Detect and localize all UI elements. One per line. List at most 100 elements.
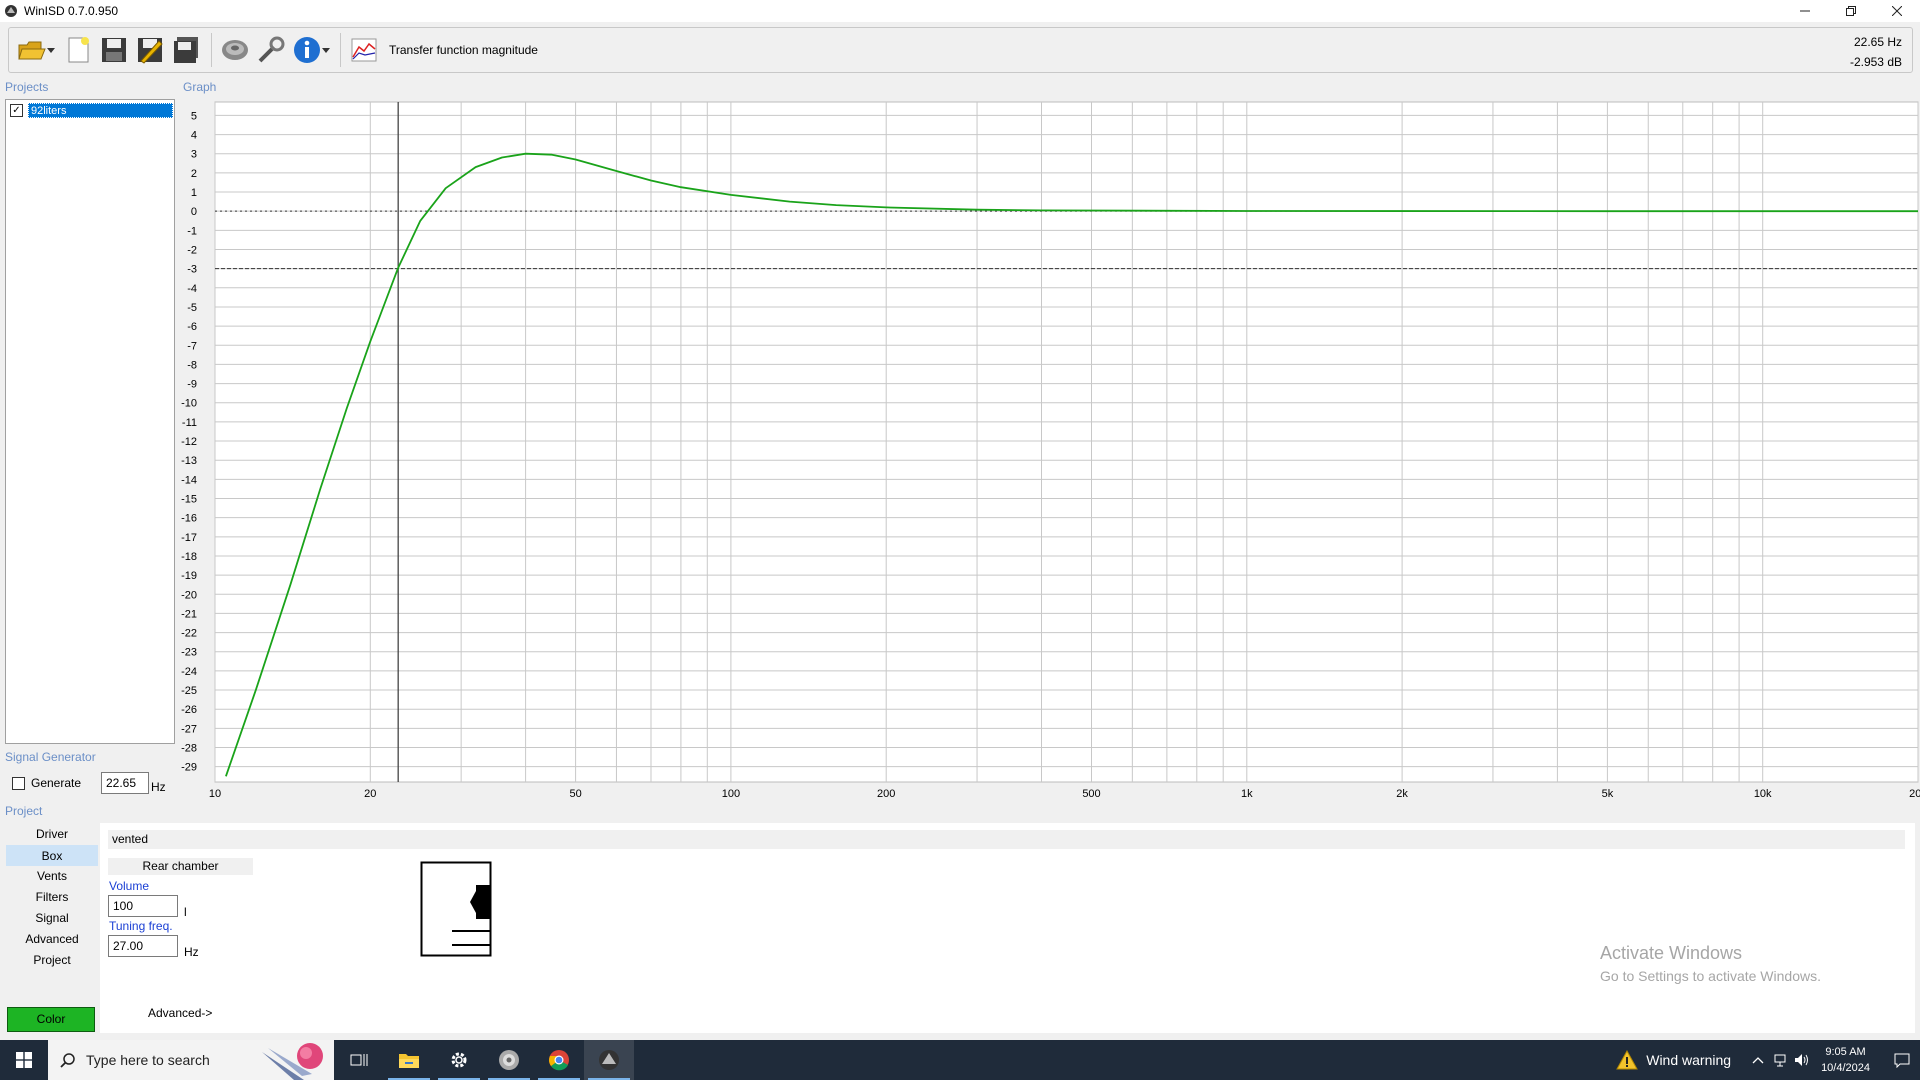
y-tick-label: 3: [191, 149, 197, 161]
advanced-link[interactable]: Advanced->: [148, 1006, 212, 1020]
main-toolbar: Transfer function magnitude 22.65 Hz -2.…: [8, 27, 1913, 73]
open-project-button[interactable]: [13, 33, 59, 67]
box-type-selector[interactable]: vented: [108, 830, 1905, 849]
nav-item-signal[interactable]: Signal: [6, 908, 98, 929]
y-tick-label: -5: [187, 302, 197, 314]
generate-toggle[interactable]: Generate: [12, 776, 81, 790]
taskbar-clock[interactable]: 9:05 AM 10/4/2024: [1821, 1044, 1870, 1076]
gear-icon: [451, 1052, 467, 1068]
taskbar: Type here to search Wind warning 9:05 AM…: [0, 1040, 1920, 1080]
winisd-app-icon: [5, 5, 17, 17]
x-axis-tick-labels: 10 20 50 100 200 500 1k 2k 5k 10k 20k: [209, 788, 1920, 800]
toolbar-separator: [211, 33, 212, 67]
title-bar: WinISD 0.7.0.950: [0, 0, 1920, 22]
info-button[interactable]: [290, 33, 332, 67]
project-item[interactable]: ✓ 92liters: [10, 103, 173, 118]
volume-button[interactable]: [1791, 1040, 1813, 1080]
chrome-icon: [549, 1050, 569, 1071]
chrome-button[interactable]: [534, 1040, 584, 1080]
save-all-button[interactable]: [169, 33, 203, 67]
y-tick-label: -10: [181, 398, 197, 410]
nav-item-project[interactable]: Project: [6, 950, 98, 971]
graph-mode-label[interactable]: Transfer function magnitude: [389, 43, 538, 57]
y-tick-label: 0: [191, 206, 197, 218]
y-tick-label: -7: [187, 340, 197, 352]
tuning-freq-input[interactable]: [108, 935, 178, 957]
floppy-pencil-icon: [138, 38, 163, 64]
start-button[interactable]: [0, 1040, 48, 1080]
notifications-button[interactable]: [1884, 1040, 1920, 1080]
generator-frequency-input[interactable]: [101, 772, 149, 794]
project-nav: Driver Box Vents Filters Signal Advanced…: [6, 824, 98, 971]
y-axis-tick-labels: 5 4 3 2 1 0 -1 -2 -3 -4 -5 -6 -7 -8 -9 -10 -11 -12 -13 -14 -…: [181, 110, 197, 773]
y-tick-label: -4: [187, 283, 197, 295]
settings-button[interactable]: [434, 1040, 484, 1080]
file-explorer-button[interactable]: [384, 1040, 434, 1080]
floppy-disk-icon: [102, 38, 126, 62]
y-tick-label: -26: [181, 704, 197, 716]
winisd-taskbar-button[interactable]: [584, 1040, 634, 1080]
tuning-freq-unit: Hz: [184, 945, 199, 959]
file-explorer-icon: [399, 1054, 419, 1068]
close-button[interactable]: [1874, 0, 1920, 22]
nav-item-filters[interactable]: Filters: [6, 887, 98, 908]
x-tick-label: 100: [722, 788, 740, 800]
wrench-icon: [258, 36, 285, 63]
toolbar-separator: [340, 33, 341, 67]
winisd-driver-button[interactable]: [484, 1040, 534, 1080]
project-name[interactable]: 92liters: [28, 103, 173, 118]
y-tick-label: -29: [181, 762, 197, 774]
nav-item-driver[interactable]: Driver: [6, 824, 98, 845]
save-as-button[interactable]: [133, 33, 167, 67]
nav-item-advanced[interactable]: Advanced: [6, 929, 98, 950]
task-view-button[interactable]: [334, 1040, 384, 1080]
new-document-icon: [68, 37, 89, 63]
y-tick-label: -3: [187, 264, 197, 276]
y-tick-label: -17: [181, 532, 197, 544]
x-tick-label: 500: [1082, 788, 1100, 800]
network-button[interactable]: [1769, 1040, 1791, 1080]
cursor-frequency: 22.65 Hz: [1853, 35, 1902, 49]
winisd-app-icon: [599, 1050, 619, 1070]
new-project-button[interactable]: [61, 33, 95, 67]
taskbar-search[interactable]: Type here to search: [48, 1040, 334, 1080]
nav-item-vents[interactable]: Vents: [6, 866, 98, 887]
volume-icon: [1795, 1054, 1809, 1066]
transfer-function-graph[interactable]: 543210-1-2-3-4-5-6-7-8-9-10-11-12-13-14-…: [175, 95, 1920, 805]
plot-area: [214, 101, 1919, 783]
chevron-up-icon: [1752, 1057, 1764, 1064]
y-tick-label: -2: [187, 244, 197, 256]
minimize-button[interactable]: [1782, 0, 1828, 22]
nav-item-box[interactable]: Box: [6, 845, 98, 866]
save-button[interactable]: [97, 33, 131, 67]
project-visible-checkbox[interactable]: ✓: [10, 104, 23, 117]
y-tick-label: -25: [181, 685, 197, 697]
generate-checkbox[interactable]: [12, 776, 25, 790]
weather-widget[interactable]: Wind warning: [1616, 1050, 1731, 1070]
tuning-freq-label: Tuning freq.: [109, 919, 173, 933]
watermark-title: Activate Windows: [1600, 943, 1743, 963]
search-icon: [60, 1053, 75, 1068]
color-button[interactable]: Color: [7, 1007, 95, 1032]
y-tick-label: -21: [181, 608, 197, 620]
tools-button[interactable]: [254, 33, 288, 67]
projects-list[interactable]: ✓ 92liters: [5, 99, 175, 744]
network-icon: [1774, 1054, 1786, 1067]
clock-time: 9:05 AM: [1825, 1046, 1866, 1058]
y-tick-label: 1: [191, 187, 197, 199]
graph-type-button[interactable]: [347, 33, 381, 67]
projects-header: Projects: [5, 80, 49, 94]
y-tick-label: -8: [187, 359, 197, 371]
y-tick-label: -23: [181, 647, 197, 659]
tray-overflow-button[interactable]: [1747, 1040, 1769, 1080]
y-tick-label: -9: [187, 379, 197, 391]
y-tick-label: -28: [181, 743, 197, 755]
volume-input[interactable]: [108, 895, 178, 917]
close-icon: [1892, 6, 1902, 16]
y-tick-label: -13: [181, 455, 197, 467]
driver-editor-button[interactable]: [218, 33, 252, 67]
cursor-level: -2.953 dB: [1849, 55, 1902, 69]
restore-button[interactable]: [1828, 0, 1874, 22]
y-tick-label: -19: [181, 570, 197, 582]
task-view-icon: [350, 1054, 368, 1066]
